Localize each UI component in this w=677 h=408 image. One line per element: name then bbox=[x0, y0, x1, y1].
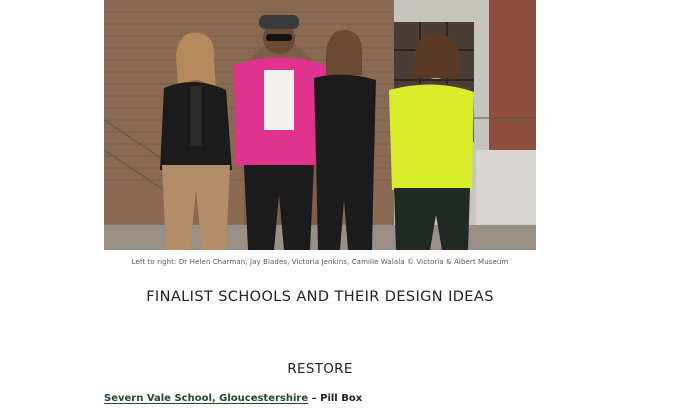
project-name: Pill Box bbox=[320, 393, 363, 404]
school-link[interactable]: Severn Vale School, Gloucestershire bbox=[104, 393, 308, 404]
category-heading-restore: RESTORE bbox=[287, 361, 353, 377]
photo-caption: Left to right: Dr Helen Charman, Jay Bla… bbox=[131, 258, 509, 266]
finalists-photo-image bbox=[104, 0, 536, 250]
finalists-photo bbox=[104, 0, 536, 250]
entry-separator: – bbox=[308, 393, 321, 404]
finalist-entry: Severn Vale School, Gloucestershire – Pi… bbox=[104, 393, 362, 404]
section-heading: FINALIST SCHOOLS AND THEIR DESIGN IDEAS bbox=[146, 289, 494, 305]
